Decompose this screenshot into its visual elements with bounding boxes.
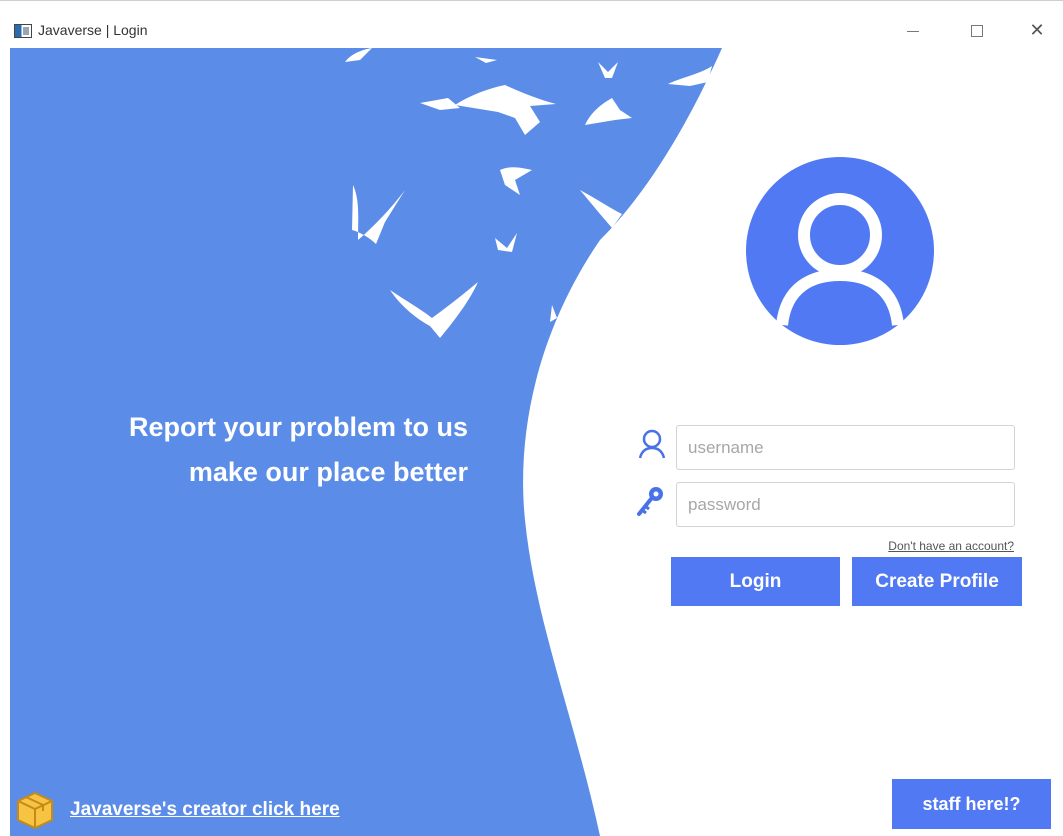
tagline: Report your problem to us make our place… xyxy=(129,405,468,495)
user-icon xyxy=(638,429,666,459)
minimize-button[interactable] xyxy=(890,15,936,47)
window-title: Javaverse | Login xyxy=(38,22,148,38)
password-input[interactable] xyxy=(676,482,1015,527)
login-button[interactable]: Login xyxy=(671,557,840,606)
close-icon: ✕ xyxy=(1029,20,1045,41)
package-box-icon xyxy=(17,791,53,830)
maximize-button[interactable] xyxy=(954,15,1000,47)
key-icon xyxy=(637,487,663,516)
tagline-line-2: make our place better xyxy=(188,457,468,487)
creator-link[interactable]: Javaverse's creator click here xyxy=(70,799,340,821)
tagline-line-1: Report your problem to us xyxy=(128,412,468,442)
close-button[interactable]: ✕ xyxy=(1014,15,1060,47)
creator-link-row[interactable]: Javaverse's creator click here xyxy=(14,790,340,830)
app-window-icon xyxy=(14,24,32,38)
maximize-icon xyxy=(971,25,983,37)
user-avatar-icon xyxy=(746,157,934,345)
title-bar: Javaverse | Login ✕ xyxy=(0,0,1063,48)
create-profile-button[interactable]: Create Profile xyxy=(852,557,1022,606)
staff-button[interactable]: staff here!? xyxy=(892,779,1051,829)
minimize-icon xyxy=(907,30,919,32)
username-input[interactable] xyxy=(676,425,1015,470)
no-account-link[interactable]: Don't have an account? xyxy=(850,539,1014,553)
login-window: Javaverse | Login ✕ Report your problem … xyxy=(0,0,1063,836)
